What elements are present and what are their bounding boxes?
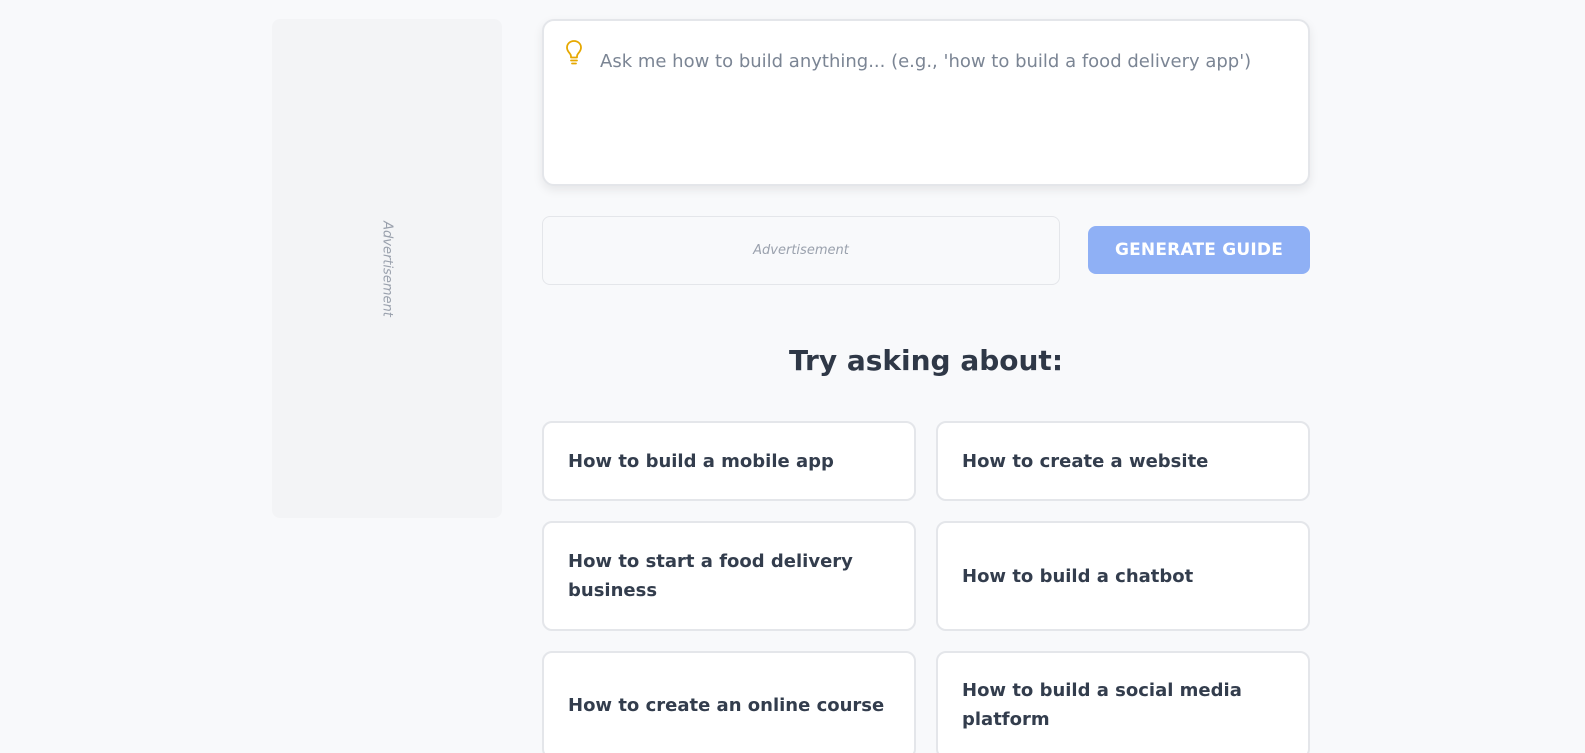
side-advertisement[interactable]: Advertisement [272,19,502,518]
inline-advertisement[interactable]: Advertisement [542,216,1060,285]
suggestion-chatbot[interactable]: How to build a chatbot [936,521,1310,631]
prompt-input[interactable] [600,51,1290,171]
side-advertisement-label: Advertisement [379,221,395,317]
lightbulb-icon [564,39,584,67]
suggestions-title: Try asking about: [788,344,1064,377]
suggestion-label: How to build a social media platform [962,680,1242,730]
suggestion-label: How to build a mobile app [568,450,834,472]
suggestions-grid: How to build a mobile app How to create … [542,421,1310,753]
suggestion-label: How to start a food delivery business [568,551,853,601]
suggestion-food-delivery-business[interactable]: How to start a food delivery business [542,521,916,631]
generate-guide-button[interactable]: GENERATE GUIDE [1088,226,1310,274]
page: Advertisement Advertisement GENERATE GUI… [0,0,1585,753]
suggestion-website[interactable]: How to create a website [936,421,1310,501]
action-row: Advertisement GENERATE GUIDE [542,216,1310,286]
suggestion-label: How to create a website [962,450,1209,472]
suggestion-social-media-platform[interactable]: How to build a social media platform [936,651,1310,753]
suggestion-online-course[interactable]: How to create an online course [542,651,916,753]
suggestion-label: How to build a chatbot [962,565,1194,587]
main-content: Advertisement GENERATE GUIDE Try asking … [542,19,1310,753]
inline-advertisement-label: Advertisement [753,243,849,258]
suggestion-label: How to create an online course [568,694,885,716]
suggestion-mobile-app[interactable]: How to build a mobile app [542,421,916,501]
prompt-box [542,19,1310,186]
